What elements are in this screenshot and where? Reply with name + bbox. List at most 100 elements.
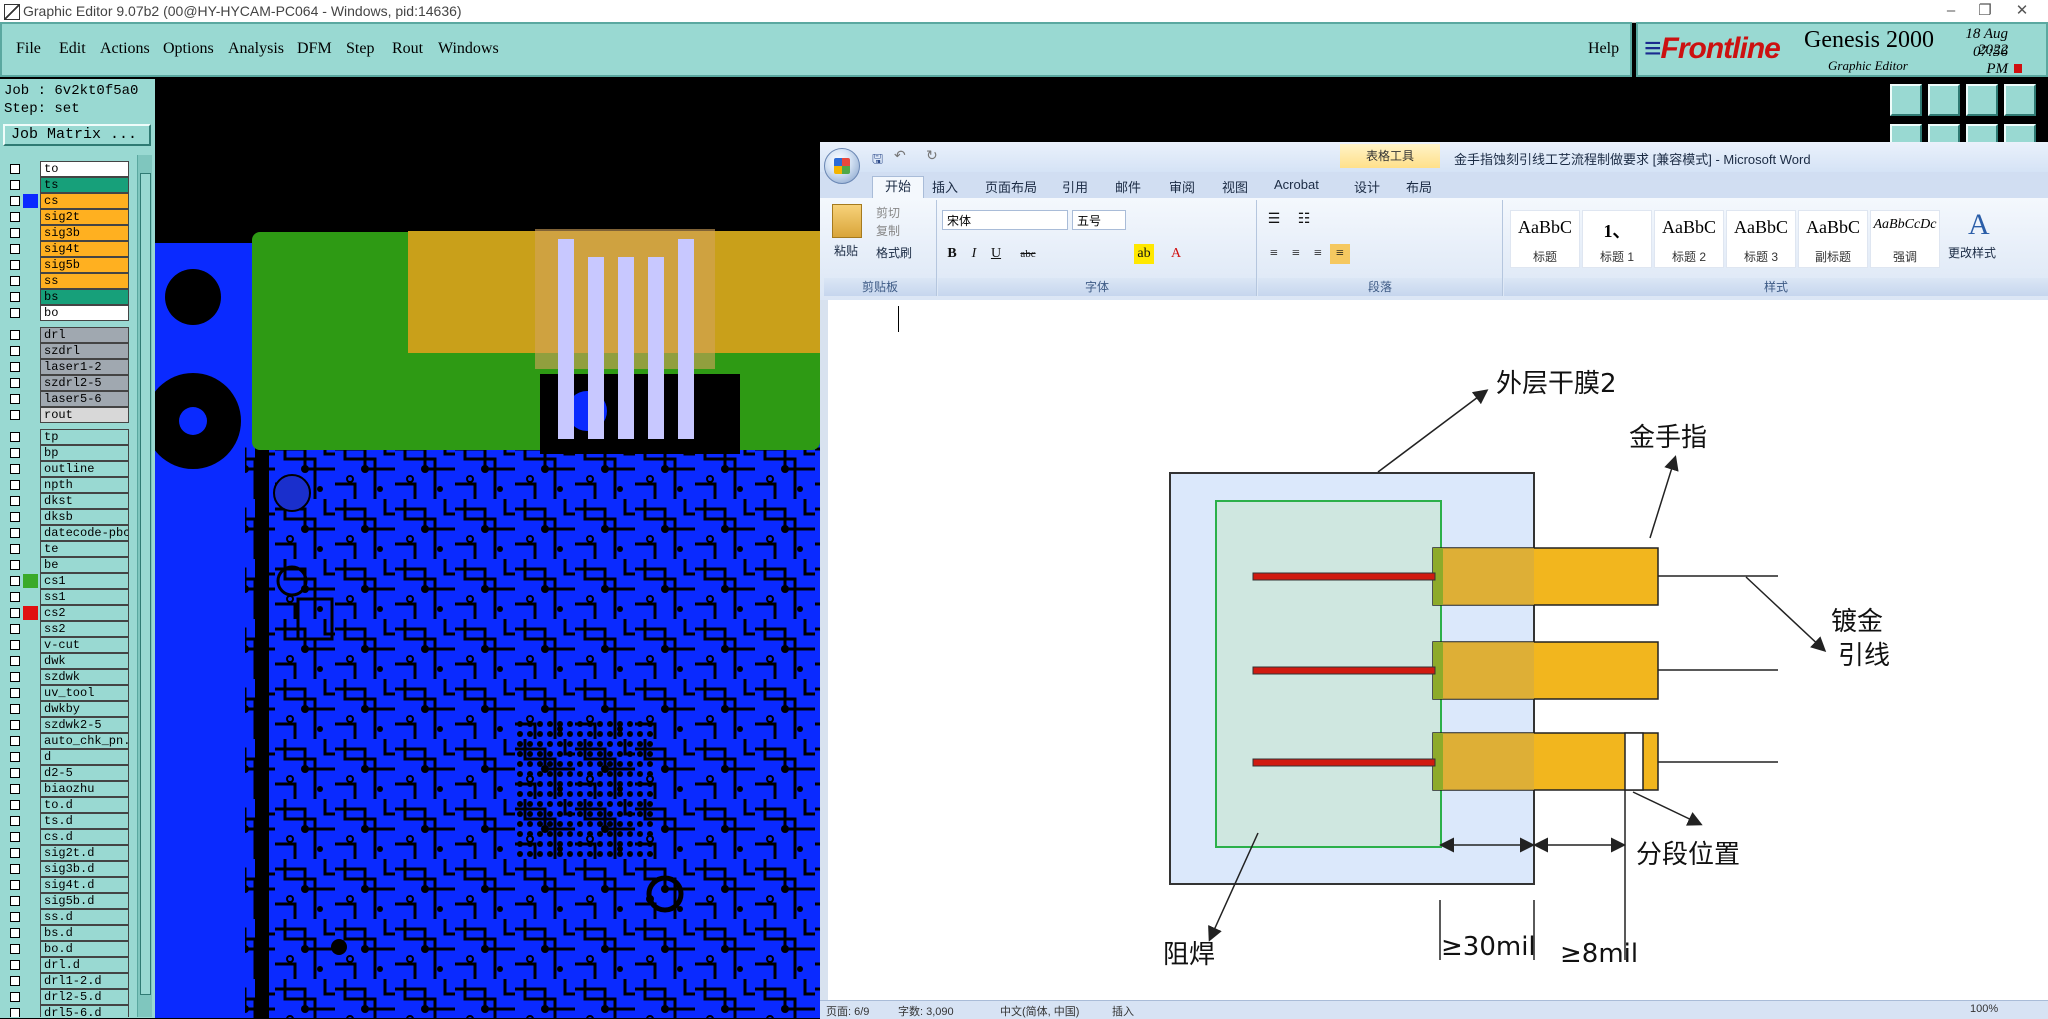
- layer-name[interactable]: ss: [40, 273, 129, 289]
- layer-row[interactable]: rout: [2, 407, 136, 423]
- menu-actions[interactable]: Actions: [100, 40, 150, 58]
- layer-row[interactable]: szdwk: [2, 669, 136, 685]
- style-heading-3[interactable]: AaBbC 标题 3: [1726, 210, 1796, 268]
- layer-name[interactable]: to.d: [40, 797, 129, 813]
- tool-button-2[interactable]: [1928, 84, 1960, 116]
- layer-checkbox[interactable]: [10, 576, 20, 586]
- layer-checkbox[interactable]: [10, 308, 20, 318]
- layer-name[interactable]: laser1-2: [40, 359, 129, 375]
- layer-checkbox[interactable]: [10, 378, 20, 388]
- layer-name[interactable]: dksb: [40, 509, 129, 525]
- menu-windows[interactable]: Windows: [438, 40, 499, 58]
- layer-name[interactable]: sig4t: [40, 241, 129, 257]
- tool-button-4[interactable]: [2004, 84, 2036, 116]
- style-subtitle[interactable]: AaBbC 副标题: [1798, 210, 1868, 268]
- italic-icon[interactable]: I: [964, 244, 984, 264]
- pause-icon[interactable]: [2014, 64, 2022, 73]
- layer-name[interactable]: dkst: [40, 493, 129, 509]
- layer-name[interactable]: sig5b: [40, 257, 129, 273]
- layer-checkbox[interactable]: [10, 276, 20, 286]
- layer-name[interactable]: bo.d: [40, 941, 129, 957]
- layer-row[interactable]: drl5-6.d: [2, 1005, 136, 1017]
- layer-name[interactable]: be: [40, 557, 129, 573]
- justify-icon[interactable]: ≡: [1330, 244, 1350, 264]
- layer-row[interactable]: uv_tool: [2, 685, 136, 701]
- layer-row[interactable]: cs.d: [2, 829, 136, 845]
- layer-row[interactable]: szdwk2-5: [2, 717, 136, 733]
- layer-checkbox[interactable]: [10, 768, 20, 778]
- layer-name[interactable]: ts.d: [40, 813, 129, 829]
- layer-name[interactable]: to: [40, 161, 129, 177]
- layer-name[interactable]: szdwk2-5: [40, 717, 129, 733]
- layer-checkbox[interactable]: [10, 432, 20, 442]
- layer-row[interactable]: ts.d: [2, 813, 136, 829]
- layer-checkbox[interactable]: [10, 608, 20, 618]
- layer-name[interactable]: datecode-pbc: [40, 525, 129, 541]
- layer-checkbox[interactable]: [10, 496, 20, 506]
- layer-row[interactable]: biaozhu: [2, 781, 136, 797]
- layer-checkbox[interactable]: [10, 592, 20, 602]
- close-icon[interactable]: ✕: [2005, 0, 2039, 22]
- layer-row[interactable]: npth: [2, 477, 136, 493]
- layer-row[interactable]: to.d: [2, 797, 136, 813]
- layer-row[interactable]: sig5b: [2, 257, 136, 273]
- layer-checkbox[interactable]: [10, 560, 20, 570]
- layer-name[interactable]: te: [40, 541, 129, 557]
- style-emphasis[interactable]: AaBbCcDc 强调: [1870, 210, 1940, 268]
- menu-rout[interactable]: Rout: [392, 40, 423, 58]
- layer-name[interactable]: ss.d: [40, 909, 129, 925]
- align-center-icon[interactable]: ≡: [1286, 244, 1306, 264]
- layer-name[interactable]: cs2: [40, 605, 129, 621]
- change-styles-button[interactable]: 更改样式: [1948, 244, 1996, 261]
- layer-scrollbar[interactable]: [137, 155, 152, 1017]
- layer-row[interactable]: sig4t.d: [2, 877, 136, 893]
- layer-row[interactable]: d2-5: [2, 765, 136, 781]
- layer-name[interactable]: bs.d: [40, 925, 129, 941]
- layer-row[interactable]: auto_chk_pn.: [2, 733, 136, 749]
- layer-checkbox[interactable]: [10, 688, 20, 698]
- layer-row[interactable]: dwkby: [2, 701, 136, 717]
- layer-name[interactable]: cs.d: [40, 829, 129, 845]
- scrollbar-thumb[interactable]: [140, 173, 151, 995]
- layer-checkbox[interactable]: [10, 512, 20, 522]
- font-color-icon[interactable]: A: [1166, 244, 1186, 264]
- layer-row[interactable]: cs: [2, 193, 136, 209]
- font-name-select[interactable]: 宋体: [942, 210, 1068, 230]
- layer-name[interactable]: bo: [40, 305, 129, 321]
- layer-checkbox[interactable]: [10, 928, 20, 938]
- layer-checkbox[interactable]: [10, 244, 20, 254]
- layer-name[interactable]: cs1: [40, 573, 129, 589]
- layer-name[interactable]: cs: [40, 193, 129, 209]
- layer-row[interactable]: ts: [2, 177, 136, 193]
- bullets-icon[interactable]: ☰: [1264, 210, 1284, 230]
- status-words[interactable]: 字数: 3,090: [898, 1003, 954, 1019]
- tab-home[interactable]: 开始: [872, 176, 925, 198]
- layer-checkbox[interactable]: [10, 976, 20, 986]
- layer-row[interactable]: bp: [2, 445, 136, 461]
- layer-checkbox[interactable]: [10, 992, 20, 1002]
- layer-name[interactable]: drl: [40, 327, 129, 343]
- layer-row[interactable]: sig2t.d: [2, 845, 136, 861]
- menu-analysis[interactable]: Analysis: [228, 40, 284, 58]
- layer-row[interactable]: drl1-2.d: [2, 973, 136, 989]
- highlight-icon[interactable]: ab: [1134, 244, 1154, 264]
- layer-name[interactable]: sig3b: [40, 225, 129, 241]
- underline-icon[interactable]: U: [986, 244, 1006, 264]
- layer-name[interactable]: ss2: [40, 621, 129, 637]
- status-insert-mode[interactable]: 插入: [1112, 1003, 1134, 1019]
- layer-row[interactable]: te: [2, 541, 136, 557]
- change-styles-icon[interactable]: A: [1968, 208, 1990, 242]
- undo-icon[interactable]: ↶: [894, 148, 906, 165]
- redo-icon[interactable]: ↻: [926, 148, 938, 165]
- layer-row[interactable]: to: [2, 161, 136, 177]
- layer-checkbox[interactable]: [10, 410, 20, 420]
- layer-checkbox[interactable]: [10, 448, 20, 458]
- layer-row[interactable]: dkst: [2, 493, 136, 509]
- layer-row[interactable]: be: [2, 557, 136, 573]
- menu-help[interactable]: Help: [1588, 40, 1619, 58]
- layer-name[interactable]: npth: [40, 477, 129, 493]
- cut-button[interactable]: 剪切: [876, 204, 900, 221]
- style-heading-1[interactable]: 1、 标题 1: [1582, 210, 1652, 268]
- menu-edit[interactable]: Edit: [59, 40, 86, 58]
- paste-button[interactable]: 粘贴: [834, 242, 858, 259]
